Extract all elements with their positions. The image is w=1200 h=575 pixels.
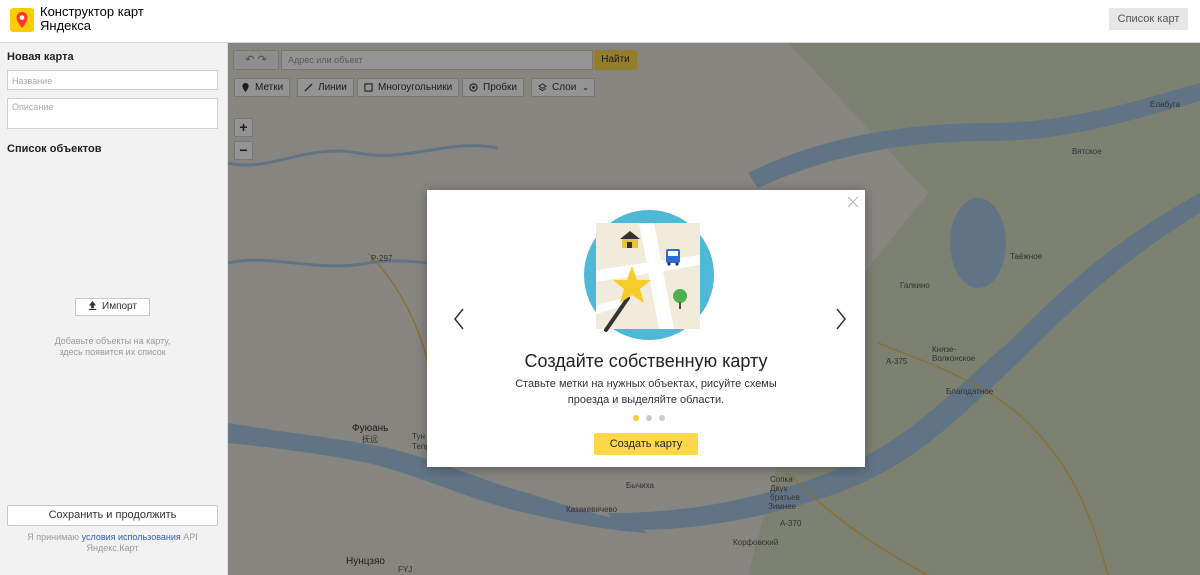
pagination-dots — [633, 415, 667, 423]
objects-list-title: Список объектов — [7, 143, 102, 155]
terms-link[interactable]: условия использования — [82, 532, 181, 542]
sidebar-title: Новая карта — [7, 51, 74, 63]
brand-title[interactable]: Конструктор карт Яндекса — [40, 5, 144, 33]
map-name-input[interactable]: Название — [7, 70, 218, 90]
brand-line2: Яндекса — [40, 18, 91, 33]
pagination-dot[interactable] — [659, 415, 665, 421]
brand-line1: Конструктор карт — [40, 4, 144, 19]
modal-description: Ставьте метки на нужных объектах, рисуйт… — [496, 376, 796, 408]
empty-list-hint: Добавьте объекты на карту, здесь появитс… — [20, 336, 205, 358]
chevron-right-icon[interactable] — [835, 308, 847, 330]
terms-text: Я принимаю условия использования API Янд… — [20, 532, 205, 554]
terms-suffix: API — [183, 532, 198, 542]
close-icon[interactable] — [847, 196, 859, 208]
terms-prefix: Я принимаю — [27, 532, 80, 542]
chevron-left-icon[interactable] — [453, 308, 465, 330]
modal-title: Создайте собственную карту — [524, 351, 768, 371]
import-button[interactable]: Импорт — [75, 298, 150, 316]
modal-text-line1: Ставьте метки на нужных объектах, рисуйт… — [515, 378, 777, 390]
hint-line1: Добавьте объекты на карту, — [54, 336, 171, 346]
modal-text-line2: проезда и выделяйте области. — [567, 394, 725, 406]
app-header: Конструктор карт Яндекса Список карт — [0, 0, 1200, 43]
yandex-maps-logo-icon[interactable] — [10, 8, 34, 32]
hint-line2: здесь появится их список — [59, 347, 166, 357]
map-description-input[interactable]: Описание — [7, 98, 218, 129]
upload-icon — [88, 301, 97, 310]
save-and-continue-button[interactable]: Сохранить и продолжить — [7, 505, 218, 526]
sidebar: Новая карта Название Описание Список объ… — [0, 43, 228, 575]
pagination-dot[interactable] — [633, 415, 639, 421]
pagination-dot[interactable] — [646, 415, 652, 421]
map-list-button[interactable]: Список карт — [1109, 8, 1188, 30]
create-map-button[interactable]: Создать карту — [594, 433, 698, 455]
import-label: Импорт — [102, 301, 137, 312]
map-wand-illustration — [584, 210, 714, 340]
terms-line2: Яндекс.Карт — [86, 543, 139, 553]
onboarding-modal: Создайте собственную карту Ставьте метки… — [427, 190, 865, 467]
